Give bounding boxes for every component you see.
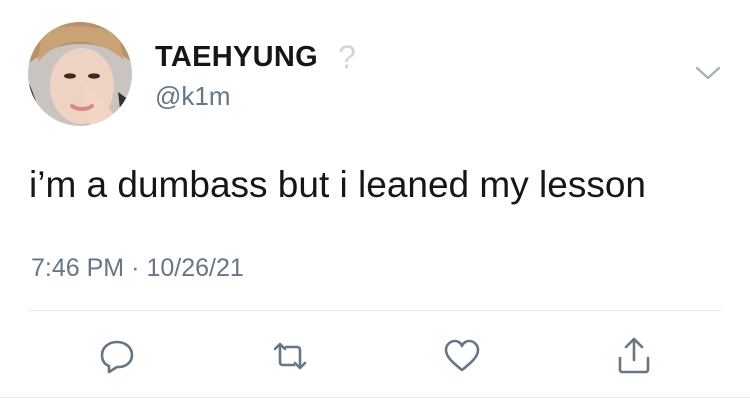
chevron-down-icon[interactable] bbox=[694, 63, 722, 83]
tweet-time: 7:46 PM bbox=[31, 254, 125, 282]
tweet-date: 10/26/21 bbox=[146, 254, 244, 282]
bottom-divider bbox=[0, 397, 750, 398]
tweet-card: TAEHYUNG ? @k1m i’m a dumbass but i lean… bbox=[0, 0, 750, 401]
retweet-icon[interactable] bbox=[270, 336, 310, 376]
avatar-image bbox=[28, 22, 132, 126]
user-handle[interactable]: @k1m bbox=[155, 81, 231, 111]
avatar[interactable] bbox=[28, 22, 132, 126]
reply-icon[interactable] bbox=[97, 336, 137, 376]
divider bbox=[29, 310, 721, 311]
timestamp-separator: · bbox=[131, 254, 140, 282]
tweet-timestamp[interactable]: 7:46 PM · 10/26/21 bbox=[31, 253, 244, 283]
unknown-badge-icon: ? bbox=[338, 39, 356, 75]
share-icon[interactable] bbox=[614, 336, 654, 376]
tweet-text: i’m a dumbass but i leaned my lesson bbox=[29, 164, 646, 205]
display-name[interactable]: TAEHYUNG bbox=[155, 40, 318, 74]
heart-icon[interactable] bbox=[442, 336, 482, 376]
